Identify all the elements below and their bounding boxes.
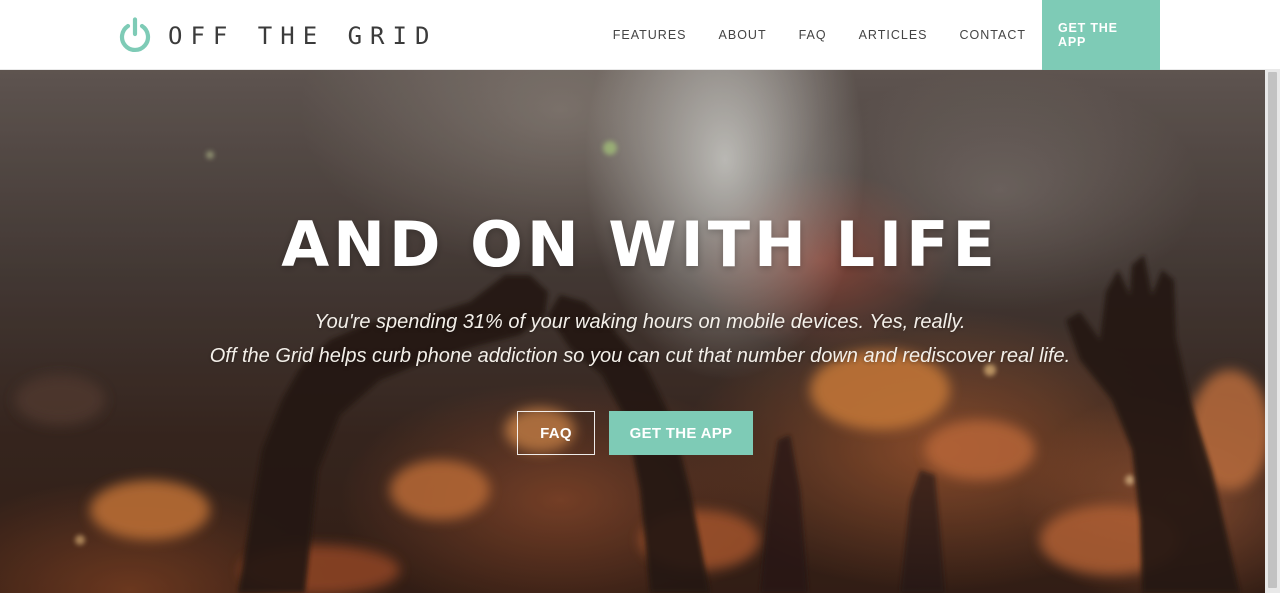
nav-link-about[interactable]: ABOUT	[703, 0, 783, 70]
hero-faq-button[interactable]: FAQ	[517, 411, 595, 455]
nav-get-the-app-button[interactable]: GET THE APP	[1042, 0, 1160, 70]
brand-name: OFF THE GRID	[168, 22, 438, 50]
power-icon	[119, 17, 151, 52]
scrollbar-thumb[interactable]	[1268, 72, 1277, 588]
hero-subtitle-line-2: Off the Grid helps curb phone addiction …	[209, 345, 1071, 367]
nav-link-articles[interactable]: ARTICLES	[843, 0, 944, 70]
hero-get-the-app-button[interactable]: GET THE APP	[609, 411, 753, 455]
brand-logo-link[interactable]: OFF THE GRID	[118, 16, 437, 56]
main-nav: FEATURES ABOUT FAQ ARTICLES CONTACT GET …	[597, 0, 1160, 70]
nav-link-features[interactable]: FEATURES	[597, 0, 703, 70]
hero-title: AND ON WITH LIFE	[281, 208, 999, 281]
hero-section: AND ON WITH LIFE You're spending 31% of …	[0, 70, 1265, 593]
page-scrollbar[interactable]	[1265, 70, 1280, 593]
nav-link-faq[interactable]: FAQ	[783, 0, 843, 70]
hero-button-group: FAQ GET THE APP	[517, 411, 753, 455]
hero-subtitle-line-1: You're spending 31% of your waking hours…	[314, 311, 966, 333]
nav-link-contact[interactable]: CONTACT	[944, 0, 1043, 70]
top-navbar: OFF THE GRID FEATURES ABOUT FAQ ARTICLES…	[0, 0, 1280, 70]
